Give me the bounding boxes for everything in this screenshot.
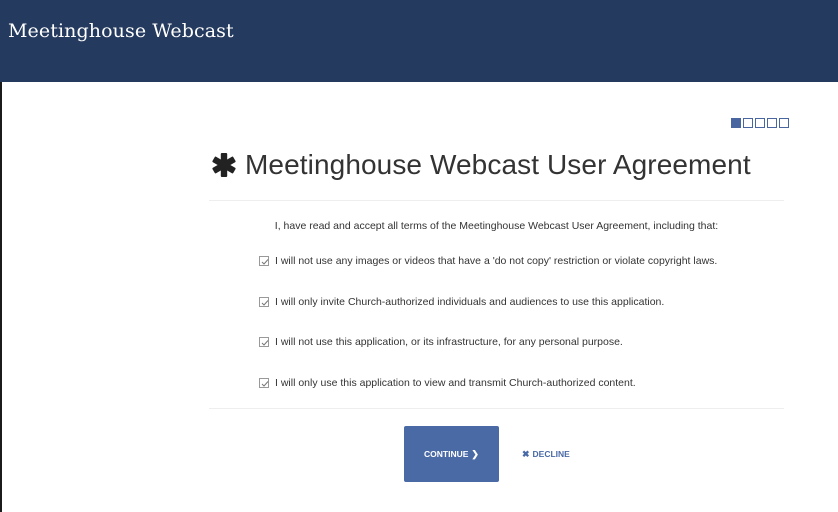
progress-step-3	[755, 118, 765, 128]
continue-label: CONTINUE	[424, 449, 469, 459]
terms-list: I will not use any images or videos that…	[259, 255, 799, 417]
check-icon	[261, 380, 269, 387]
divider-top	[209, 200, 784, 201]
progress-step-1	[731, 118, 741, 128]
term-item[interactable]: I will not use any images or videos that…	[259, 255, 799, 267]
term-item[interactable]: I will only invite Church-authorized ind…	[259, 296, 799, 308]
term-checkbox[interactable]	[259, 337, 269, 347]
app-title: Meetinghouse Webcast	[8, 20, 234, 42]
close-icon: ✖	[522, 448, 530, 459]
progress-step-4	[767, 118, 777, 128]
term-checkbox[interactable]	[259, 296, 269, 307]
chevron-right-icon: ❯	[471, 448, 479, 459]
decline-button[interactable]: ✖ DECLINE	[522, 447, 570, 461]
term-label: I will only use this application to view…	[275, 376, 636, 389]
progress-step-5	[779, 118, 789, 128]
divider-bottom	[209, 408, 784, 409]
asterisk-icon	[211, 152, 237, 178]
agreement-intro: I, have read and accept all terms of the…	[274, 220, 719, 232]
term-checkbox[interactable]	[259, 256, 269, 266]
decline-label: DECLINE	[532, 449, 570, 459]
continue-button[interactable]: CONTINUE ❯	[404, 426, 499, 482]
term-label: I will not use this application, or its …	[275, 336, 623, 348]
term-label: I will only invite Church-authorized ind…	[275, 295, 665, 308]
term-item[interactable]: I will only use this application to view…	[259, 377, 799, 389]
term-label: I will not use any images or videos that…	[275, 255, 718, 267]
step-progress	[731, 118, 789, 128]
check-icon	[261, 299, 269, 306]
page-title: Meetinghouse Webcast User Agreement	[245, 149, 751, 180]
progress-step-2	[743, 118, 753, 128]
check-icon	[261, 259, 269, 265]
term-checkbox[interactable]	[259, 377, 269, 388]
agreement-heading: Meetinghouse Webcast User Agreement	[209, 149, 789, 181]
app-header: Meetinghouse Webcast	[0, 0, 838, 82]
term-item[interactable]: I will not use this application, or its …	[259, 336, 799, 348]
check-icon	[261, 340, 269, 346]
